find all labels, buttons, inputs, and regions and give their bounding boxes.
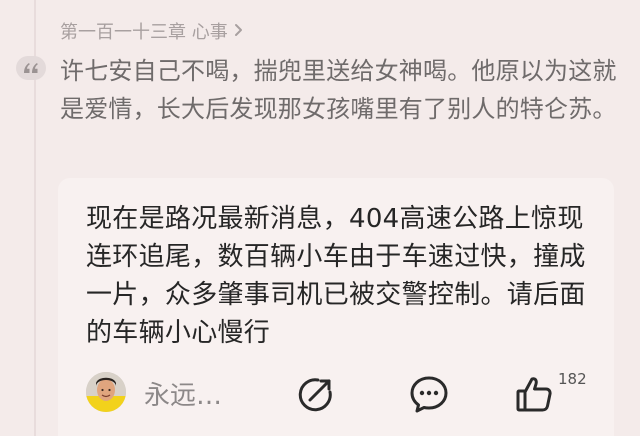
chapter-title: 第一百一十三章 心事 <box>60 22 228 43</box>
reply-card: 现在是路况最新消息，404高速公路上惊现连环追尾，数百辆小车由于车速过快，撞成一… <box>58 178 614 436</box>
comment-icon[interactable] <box>408 374 450 414</box>
avatar[interactable] <box>86 372 126 412</box>
share-icon[interactable] <box>296 374 336 414</box>
thumbs-up-icon <box>514 374 554 414</box>
quoted-passage: 许七安自己不喝，揣兜里送给女神喝。他原以为这就是爱情，长大后发现那女孩嘴里有了别… <box>60 57 617 123</box>
chapter-link[interactable]: 第一百一十三章 心事 <box>60 18 244 44</box>
reply-text: 现在是路况最新消息，404高速公路上惊现连环追尾，数百辆小车由于车速过快，撞成一… <box>86 204 586 348</box>
quote-icon <box>16 56 46 80</box>
like-button[interactable]: 182 <box>514 370 606 416</box>
username[interactable]: 永远… <box>144 375 222 412</box>
reply-footer: 永远… 182 <box>86 370 606 418</box>
like-count: 182 <box>558 370 587 388</box>
chevron-right-icon <box>234 22 244 41</box>
